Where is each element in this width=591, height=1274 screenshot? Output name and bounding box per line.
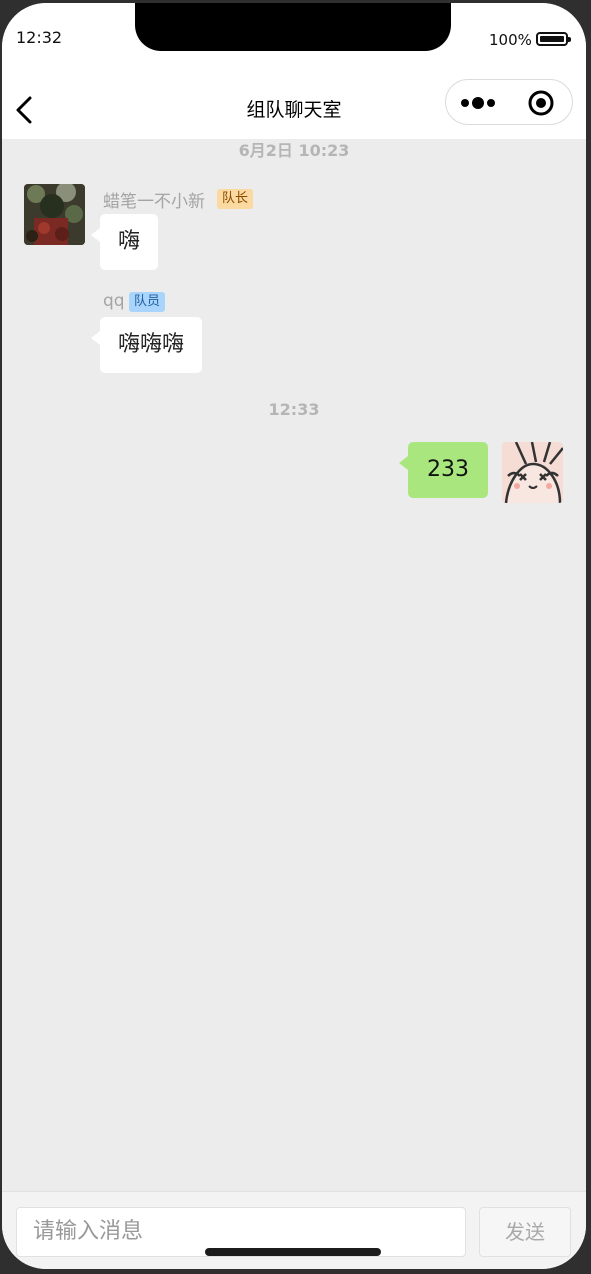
own-message-bubble[interactable]: 233 bbox=[399, 442, 488, 498]
bunny-avatar-image bbox=[502, 442, 563, 503]
avatar-photo bbox=[24, 184, 85, 245]
battery-icon bbox=[536, 32, 571, 46]
sender-name: 蜡笔一不小新 bbox=[103, 192, 205, 212]
message-bubble[interactable]: 嗨 bbox=[90, 214, 159, 270]
member-badge: 队员 bbox=[129, 292, 166, 312]
status-time: 12:32 bbox=[16, 28, 63, 47]
more-options-icon[interactable] bbox=[460, 91, 500, 115]
message-timestamp: 12:33 bbox=[268, 400, 320, 419]
top-bar: 12:32 100% 组队聊天室 bbox=[2, 3, 586, 139]
message-timestamp: 6月2日 10:23 bbox=[238, 143, 350, 159]
phone-screen: 12:32 100% 组队聊天室 6月2日 10:23 蜡笔一不小新 队长 嗨 … bbox=[2, 3, 586, 1269]
mini-program-capsule bbox=[445, 79, 573, 125]
send-button[interactable]: 发送 bbox=[479, 1207, 571, 1257]
input-bar: 请输入消息 发送 bbox=[2, 1191, 586, 1269]
avatar[interactable] bbox=[24, 184, 85, 245]
notch bbox=[135, 3, 451, 51]
message-bubble[interactable]: 嗨嗨嗨 bbox=[90, 317, 203, 373]
leader-badge: 队长 bbox=[217, 189, 254, 209]
avatar[interactable] bbox=[502, 442, 563, 503]
battery-percentage: 100% bbox=[489, 31, 532, 49]
sender-name: qq bbox=[103, 291, 125, 311]
home-indicator bbox=[205, 1248, 381, 1256]
close-program-icon[interactable] bbox=[528, 90, 554, 116]
